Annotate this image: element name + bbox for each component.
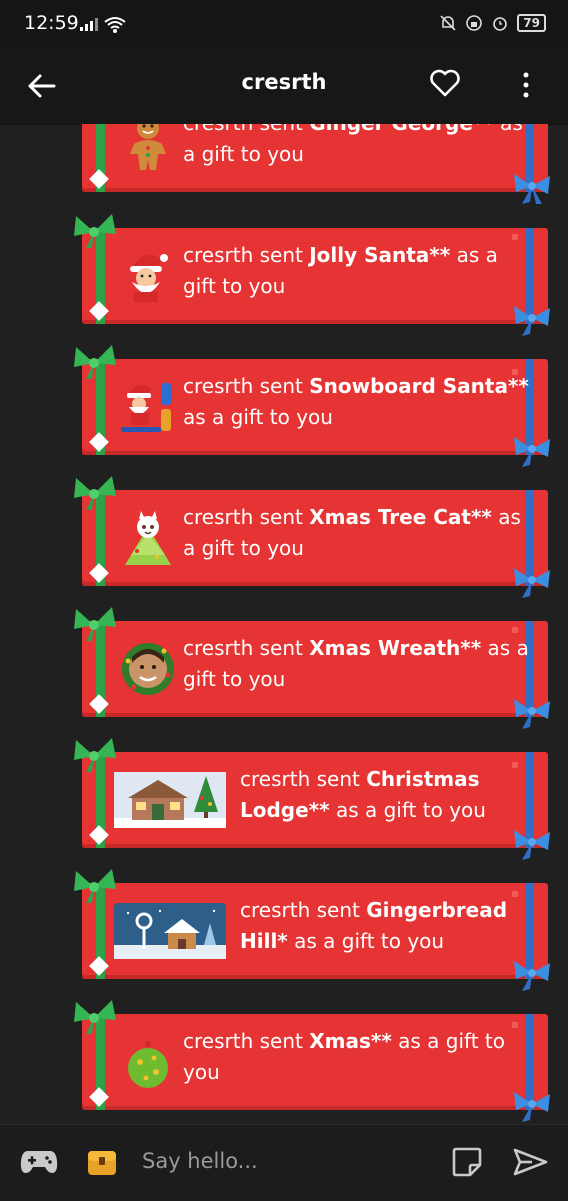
status-time: 12:59 bbox=[24, 12, 79, 34]
composer-bar: Say hello... bbox=[0, 1124, 568, 1201]
blue-bow-icon bbox=[514, 568, 550, 598]
message-input[interactable]: Say hello... bbox=[142, 1149, 258, 1173]
santa-icon bbox=[114, 242, 182, 310]
gift-message[interactable]: cresrth sent Gingerbread Hill* as a gift… bbox=[74, 869, 550, 991]
green-bow-icon bbox=[74, 738, 116, 772]
blue-bow-icon bbox=[514, 1092, 550, 1122]
signal-icon bbox=[80, 18, 98, 31]
gift-text: cresrth sent Gingerbread Hill* as a gift… bbox=[240, 898, 508, 953]
lock-rotation-icon bbox=[466, 15, 483, 31]
blue-bow-icon bbox=[514, 699, 550, 729]
gift-text: cresrth sent Xmas Wreath** as a gift to … bbox=[183, 636, 529, 691]
gingerbread-man-icon bbox=[114, 124, 182, 178]
gift-text: cresrth sent Xmas Tree Cat** as a gift t… bbox=[183, 505, 521, 560]
chat-title: cresrth bbox=[241, 70, 327, 94]
green-bow-icon bbox=[74, 476, 116, 510]
gift-message[interactable]: cresrth sent Christmas Lodge** as a gift… bbox=[74, 738, 550, 860]
gift-item-name: Xmas Wreath** bbox=[309, 636, 482, 660]
gift-message[interactable]: cresrth sent Snowboard Santa** as a gift… bbox=[74, 345, 550, 467]
status-bar: 12:59 79 bbox=[0, 0, 568, 48]
treasure-chest-icon[interactable] bbox=[86, 1145, 118, 1177]
lodge-scene-icon bbox=[114, 772, 226, 828]
mute-icon bbox=[440, 15, 456, 31]
more-options-icon[interactable] bbox=[516, 70, 536, 100]
blue-bow-icon bbox=[514, 306, 550, 336]
blue-bow-icon bbox=[514, 174, 550, 204]
gift-text: cresrth sent Xmas** as a gift to you bbox=[183, 1029, 506, 1084]
gamepad-icon[interactable] bbox=[20, 1147, 58, 1175]
gift-message[interactable]: cresrth sent Ginger George** as a gift t… bbox=[82, 124, 550, 204]
green-bow-icon bbox=[74, 607, 116, 641]
ornament-icon bbox=[114, 1028, 182, 1096]
gingerbread-hill-scene-icon bbox=[114, 903, 226, 959]
gift-item-name: Xmas** bbox=[309, 1029, 392, 1053]
tree-cat-icon bbox=[114, 504, 182, 572]
battery-icon: 79 bbox=[517, 14, 546, 32]
gift-item-name: Jolly Santa** bbox=[309, 243, 451, 267]
blue-bow-icon bbox=[514, 830, 550, 860]
gift-item-name: Ginger George** bbox=[309, 124, 494, 135]
blue-bow-icon bbox=[514, 961, 550, 991]
green-bow-icon bbox=[74, 1000, 116, 1034]
chat-header: cresrth bbox=[0, 48, 568, 125]
gift-item-name: Xmas Tree Cat** bbox=[309, 505, 492, 529]
gift-text: cresrth sent Ginger George** as a gift t… bbox=[183, 124, 533, 170]
gift-message[interactable]: cresrth sent Jolly Santa** as a gift to … bbox=[74, 214, 550, 336]
alarm-icon bbox=[493, 17, 508, 31]
gift-message[interactable]: cresrth sent Xmas** as a gift to you bbox=[74, 1000, 550, 1122]
gift-text: cresrth sent Jolly Santa** as a gift to … bbox=[183, 243, 498, 298]
green-bow-icon bbox=[74, 214, 116, 248]
wreath-avatar-icon bbox=[114, 635, 182, 703]
gift-text: cresrth sent Christmas Lodge** as a gift… bbox=[240, 767, 486, 822]
gift-message[interactable]: cresrth sent Xmas Tree Cat** as a gift t… bbox=[74, 476, 550, 598]
send-icon[interactable] bbox=[512, 1147, 548, 1177]
green-bow-icon bbox=[74, 869, 116, 903]
heart-icon[interactable] bbox=[428, 66, 462, 100]
gift-message[interactable]: cresrth sent Xmas Wreath** as a gift to … bbox=[74, 607, 550, 729]
gift-text: cresrth sent Snowboard Santa** as a gift… bbox=[183, 374, 529, 429]
gift-item-name: Snowboard Santa** bbox=[309, 374, 529, 398]
sticker-icon[interactable] bbox=[450, 1145, 484, 1179]
blue-bow-icon bbox=[514, 437, 550, 467]
snowboard-santa-icon bbox=[114, 373, 182, 441]
chat-messages[interactable]: cresrth sent Ginger George** as a gift t… bbox=[0, 124, 568, 1124]
green-bow-icon bbox=[74, 345, 116, 379]
status-right-icons: 79 bbox=[439, 14, 546, 32]
wifi-icon bbox=[104, 17, 126, 33]
